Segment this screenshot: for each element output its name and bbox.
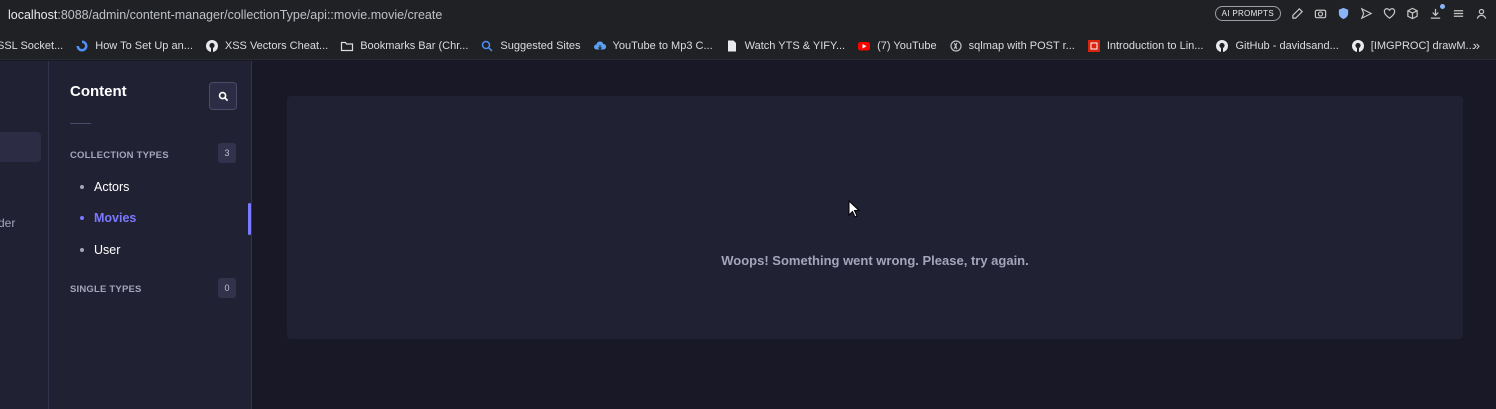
shield-icon[interactable] [1336,7,1350,21]
bookmark-item[interactable]: Watch YTS & YIFY... [725,39,845,53]
cube-icon[interactable] [1405,7,1419,21]
error-message: Woops! Something went wrong. Please, try… [721,253,1029,268]
bookmark-label: Introduction to Lin... [1106,39,1204,52]
subnav-item-label: Movies [94,211,137,225]
subnav-item-actors[interactable]: Actors [80,180,129,194]
bookmark-item[interactable]: XSS Vectors Cheat... [205,39,328,53]
bookmark-label: SSL Socket... [0,39,64,52]
url-host: localhost [8,8,58,22]
content-sub-navigation: Content COLLECTION TYPES 3 Actors Movies… [49,61,252,409]
search-icon [480,39,494,53]
youtube-icon [857,39,871,53]
subnav-divider [70,123,91,124]
subnav-title: Content [70,83,127,100]
file-icon [725,39,739,53]
bullet-icon [80,248,84,252]
subnav-item-user[interactable]: User [80,243,120,257]
browser-address-bar: localhost:8088/admin/content-manager/col… [0,0,1496,32]
main-navigation: der [0,61,49,409]
collection-types-label[interactable]: COLLECTION TYPES [70,150,169,161]
bookmarks-bar: SSL Socket... How To Set Up an... XSS Ve… [0,32,1496,60]
sliders-icon[interactable] [1451,7,1465,21]
mouse-cursor-icon [848,200,860,218]
download-icon[interactable] [1428,3,1445,21]
browser-toolbar: AI PROMPTS [1214,3,1488,21]
notification-dot [1440,3,1445,9]
send-icon[interactable] [1359,7,1373,21]
bookmark-item[interactable]: Bookmarks Bar (Chr... [340,39,468,53]
bookmark-item[interactable]: GitHub - davidsand... [1215,39,1339,53]
github-icon [205,39,219,53]
bookmark-item[interactable]: How To Set Up an... [75,39,193,53]
edit-icon[interactable] [1290,7,1304,21]
main-nav-item-label[interactable]: der [0,216,15,230]
digitalocean-icon [75,39,89,53]
main-nav-active-item[interactable] [0,132,41,162]
active-indicator [248,203,251,235]
bookmark-label: How To Set Up an... [95,39,193,52]
bookmark-item[interactable]: Introduction to Lin... [1087,39,1204,53]
chevron-double-right-icon[interactable]: » [1473,38,1480,53]
bookmark-label: (7) YouTube [877,39,937,52]
bookmark-item[interactable]: Suggested Sites [480,39,581,53]
search-button[interactable] [209,82,237,110]
url-path: :8088/admin/content-manager/collectionTy… [57,8,443,22]
sqlmap-icon [949,39,963,53]
red-logo-icon [1087,39,1101,53]
bookmark-label: YouTube to Mp3 C... [612,39,713,52]
url-field[interactable]: localhost:8088/admin/content-manager/col… [8,8,442,22]
github-icon [1351,39,1365,53]
bookmark-label: sqlmap with POST r... [968,39,1075,52]
bookmark-item[interactable]: sqlmap with POST r... [949,39,1075,53]
subnav-item-label: User [94,243,121,257]
collection-types-count-badge: 3 [218,143,236,163]
single-types-label[interactable]: SINGLE TYPES [70,284,142,295]
camera-icon[interactable] [1313,7,1327,21]
bookmark-item[interactable]: [IMGPROC] drawM... [1351,39,1475,53]
subnav-item-label: Actors [94,180,130,194]
bookmark-label: GitHub - davidsand... [1235,39,1339,52]
bookmark-item[interactable]: SSL Socket... [0,40,63,52]
bookmark-label: Watch YTS & YIFY... [744,39,846,52]
bookmark-item[interactable]: (7) YouTube [857,39,937,53]
search-icon [218,91,228,101]
error-card: Woops! Something went wrong. Please, try… [287,96,1463,339]
profile-icon[interactable] [1474,7,1488,21]
single-types-count-badge: 0 [218,278,236,298]
heart-icon[interactable] [1382,7,1396,21]
bookmark-item[interactable]: YouTube to Mp3 C... [593,39,713,53]
bookmark-label: Bookmarks Bar (Chr... [360,39,469,52]
bookmark-label: [IMGPROC] drawM... [1370,39,1475,52]
ai-prompts-button[interactable]: AI PROMPTS [1214,6,1281,21]
subnav-item-movies[interactable]: Movies [80,211,136,225]
bookmark-label: Suggested Sites [500,39,581,52]
bookmark-label: XSS Vectors Cheat... [224,39,329,52]
cloud-download-icon [593,39,607,53]
main-content: Woops! Something went wrong. Please, try… [252,61,1496,409]
bullet-icon [80,185,84,189]
folder-icon [340,39,354,53]
bullet-icon [80,216,84,220]
github-icon [1215,39,1229,53]
